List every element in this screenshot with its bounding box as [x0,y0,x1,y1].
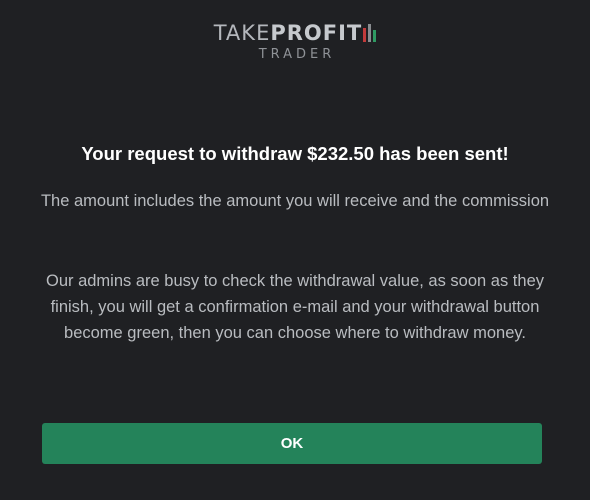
logo-wordmark: TAKE PROFIT [214,20,377,46]
withdraw-confirmation-title: Your request to withdraw $232.50 has bee… [81,143,509,164]
commission-note: The amount includes the amount you will … [40,192,550,210]
ok-button[interactable]: OK [42,423,542,464]
take-profit-trader-logo: TAKE PROFIT TRADER [0,20,590,62]
logo-bar-red [363,28,367,42]
logo-word-take: TAKE [213,21,271,45]
logo-candlestick-icon [363,24,377,42]
admin-review-note: Our admins are busy to check the withdra… [45,272,544,342]
logo-word-profit: PROFIT [270,21,363,45]
logo-subtitle: TRADER [258,47,336,62]
logo-bar-green [373,30,377,42]
logo-bar-gray [368,24,372,42]
